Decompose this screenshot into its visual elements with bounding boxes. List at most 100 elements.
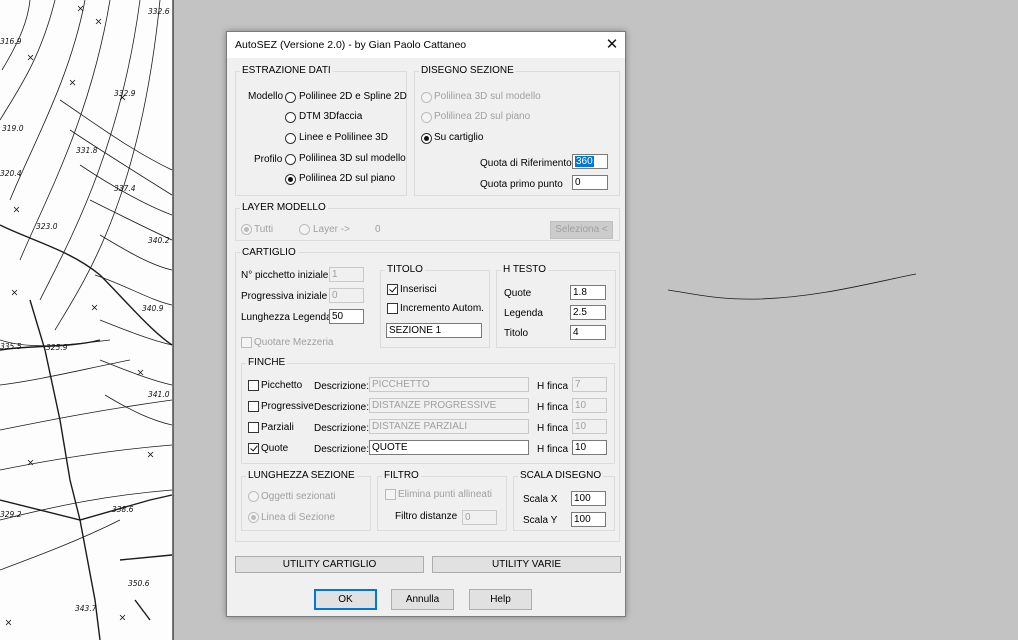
- quota-riferimento-value: 360: [575, 156, 594, 167]
- radio-layer-select-label[interactable]: Layer ->: [313, 224, 350, 235]
- finca-progressive-label[interactable]: Progressive: [261, 401, 314, 412]
- scala-x-input[interactable]: 100: [571, 491, 606, 506]
- radio-oggetti-sezionati-label[interactable]: Oggetti sezionati: [261, 491, 336, 502]
- elevation-label: 319.0: [2, 124, 24, 133]
- radio-oggetti-sezionati[interactable]: [248, 491, 259, 502]
- quota-riferimento-label: Quota di Riferimento: [480, 158, 572, 169]
- h-titolo-label: Titolo: [504, 328, 529, 339]
- finca-hfinca-label: H finca: [537, 444, 569, 455]
- finca-progressive-checkbox[interactable]: [248, 401, 259, 412]
- disegno-sezione-title: DISEGNO SEZIONE: [419, 65, 516, 76]
- lunghezza-legenda-input[interactable]: 50: [329, 309, 364, 324]
- finca-hfinca-label: H finca: [537, 381, 569, 392]
- radio-layer-select[interactable]: [299, 224, 310, 235]
- radio-profilo-2d[interactable]: [285, 174, 296, 185]
- progressiva-iniziale-input[interactable]: 0: [329, 288, 364, 303]
- finca-descrizione-label: Descrizione:: [314, 444, 370, 455]
- progressiva-iniziale-label: Progressiva iniziale: [241, 291, 328, 302]
- profilo-label: Profilo: [254, 154, 283, 165]
- seleziona-button[interactable]: Seleziona <: [550, 221, 613, 239]
- radio-disegno-2d-label[interactable]: Polilinea 2D sul piano: [434, 111, 530, 122]
- finca-parziali-desc-input[interactable]: DISTANZE PARZIALI: [369, 419, 529, 434]
- quota-primo-punto-label: Quota primo punto: [480, 179, 563, 190]
- elevation-label: 332.6: [148, 7, 170, 16]
- elevation-label: 340.9: [142, 304, 164, 313]
- radio-dtm[interactable]: [285, 112, 296, 123]
- annulla-button[interactable]: Annulla: [391, 589, 454, 610]
- finca-parziali-h-input[interactable]: 10: [572, 419, 607, 434]
- radio-polilinee-spline[interactable]: [285, 92, 296, 103]
- finca-parziali-checkbox[interactable]: [248, 422, 259, 433]
- incremento-label[interactable]: Incremento Autom.: [400, 303, 484, 314]
- radio-su-cartiglio[interactable]: [421, 133, 432, 144]
- layer-modello-title: LAYER MODELLO: [240, 202, 328, 213]
- finca-progressive-h-input[interactable]: 10: [572, 398, 607, 413]
- h-testo-title: H TESTO: [501, 264, 548, 275]
- incremento-checkbox[interactable]: [387, 303, 398, 314]
- elevation-label: 340.2: [148, 236, 170, 245]
- help-button[interactable]: Help: [469, 589, 532, 610]
- titolo-input[interactable]: SEZIONE 1: [386, 323, 482, 338]
- elevation-label: 332.9: [114, 89, 136, 98]
- ok-button[interactable]: OK: [314, 589, 377, 610]
- lunghezza-legenda-label: Lunghezza Legenda: [241, 312, 332, 323]
- radio-profilo-3d[interactable]: [285, 154, 296, 165]
- radio-linea-sezione-label[interactable]: Linea di Sezione: [261, 512, 335, 523]
- finca-hfinca-label: H finca: [537, 402, 569, 413]
- picchetto-iniziale-input[interactable]: 1: [329, 267, 364, 282]
- h-legenda-input[interactable]: 2.5: [570, 305, 606, 320]
- quotare-mezzeria-checkbox[interactable]: [241, 337, 252, 348]
- radio-layer-tutti-label[interactable]: Tutti: [254, 224, 273, 235]
- elimina-punti-label[interactable]: Elimina punti allineati: [398, 489, 492, 500]
- quotare-mezzeria-label[interactable]: Quotare Mezzeria: [254, 337, 333, 348]
- radio-profilo-2d-label[interactable]: Polilinea 2D sul piano: [299, 173, 395, 184]
- quota-riferimento-input[interactable]: 360: [572, 154, 608, 169]
- h-titolo-input[interactable]: 4: [570, 325, 606, 340]
- elevation-label: 343.7: [75, 604, 97, 613]
- radio-profilo-3d-label[interactable]: Polilinea 3D sul modello: [299, 153, 406, 164]
- radio-polilinee-spline-label[interactable]: Polilinee 2D e Spline 2D: [299, 91, 407, 102]
- lunghezza-sezione-title: LUNGHEZZA SEZIONE: [246, 470, 357, 481]
- h-quote-input[interactable]: 1.8: [570, 285, 606, 300]
- finca-descrizione-label: Descrizione:: [314, 423, 370, 434]
- finca-picchetto-checkbox[interactable]: [248, 380, 259, 391]
- elimina-punti-checkbox[interactable]: [385, 489, 396, 500]
- utility-varie-button[interactable]: UTILITY VARIE: [432, 556, 621, 573]
- radio-disegno-3d-label[interactable]: Polilinea 3D sul modello: [434, 91, 541, 102]
- finche-title: FINCHE: [246, 357, 288, 368]
- radio-disegno-2d[interactable]: [421, 112, 432, 123]
- dialog-title: AutoSEZ (Versione 2.0) - by Gian Paolo C…: [235, 39, 467, 51]
- filtro-distanze-input[interactable]: 0: [462, 510, 497, 525]
- section-polyline: [667, 273, 917, 300]
- radio-linea-sezione[interactable]: [248, 512, 259, 523]
- scala-y-input[interactable]: 100: [571, 512, 606, 527]
- finca-descrizione-label: Descrizione:: [314, 402, 370, 413]
- inserisci-checkbox[interactable]: [387, 284, 398, 295]
- finca-picchetto-desc-input[interactable]: PICCHETTO: [369, 377, 529, 392]
- radio-layer-tutti[interactable]: [241, 224, 252, 235]
- finca-quote-checkbox[interactable]: [248, 443, 259, 454]
- finca-progressive-desc-input[interactable]: DISTANZE PROGRESSIVE: [369, 398, 529, 413]
- picchetto-iniziale-label: N° picchetto iniziale: [241, 270, 329, 281]
- radio-linee[interactable]: [285, 133, 296, 144]
- dialog-titlebar[interactable]: AutoSEZ (Versione 2.0) - by Gian Paolo C…: [227, 32, 625, 58]
- utility-cartiglio-button[interactable]: UTILITY CARTIGLIO: [235, 556, 424, 573]
- cartiglio-title: CARTIGLIO: [240, 247, 298, 258]
- radio-disegno-3d[interactable]: [421, 92, 432, 103]
- scala-x-label: Scala X: [523, 494, 558, 505]
- quota-primo-punto-input[interactable]: 0: [572, 175, 608, 190]
- finca-picchetto-h-input[interactable]: 7: [572, 377, 607, 392]
- inserisci-label[interactable]: Inserisci: [400, 284, 437, 295]
- finca-quote-h-input[interactable]: 10: [572, 440, 607, 455]
- finca-picchetto-label[interactable]: Picchetto: [261, 380, 302, 391]
- scala-disegno-title: SCALA DISEGNO: [518, 470, 604, 481]
- radio-dtm-label[interactable]: DTM 3Dfaccia: [299, 111, 362, 122]
- radio-su-cartiglio-label[interactable]: Su cartiglio: [434, 132, 483, 143]
- finca-quote-label[interactable]: Quote: [261, 443, 288, 454]
- radio-linee-label[interactable]: Linee e Polilinee 3D: [299, 132, 388, 143]
- close-icon[interactable]: ✕: [599, 32, 625, 58]
- finca-parziali-label[interactable]: Parziali: [261, 422, 294, 433]
- finca-quote-desc-input[interactable]: QUOTE: [369, 440, 529, 455]
- map-viewport: [0, 0, 173, 640]
- finca-hfinca-label: H finca: [537, 423, 569, 434]
